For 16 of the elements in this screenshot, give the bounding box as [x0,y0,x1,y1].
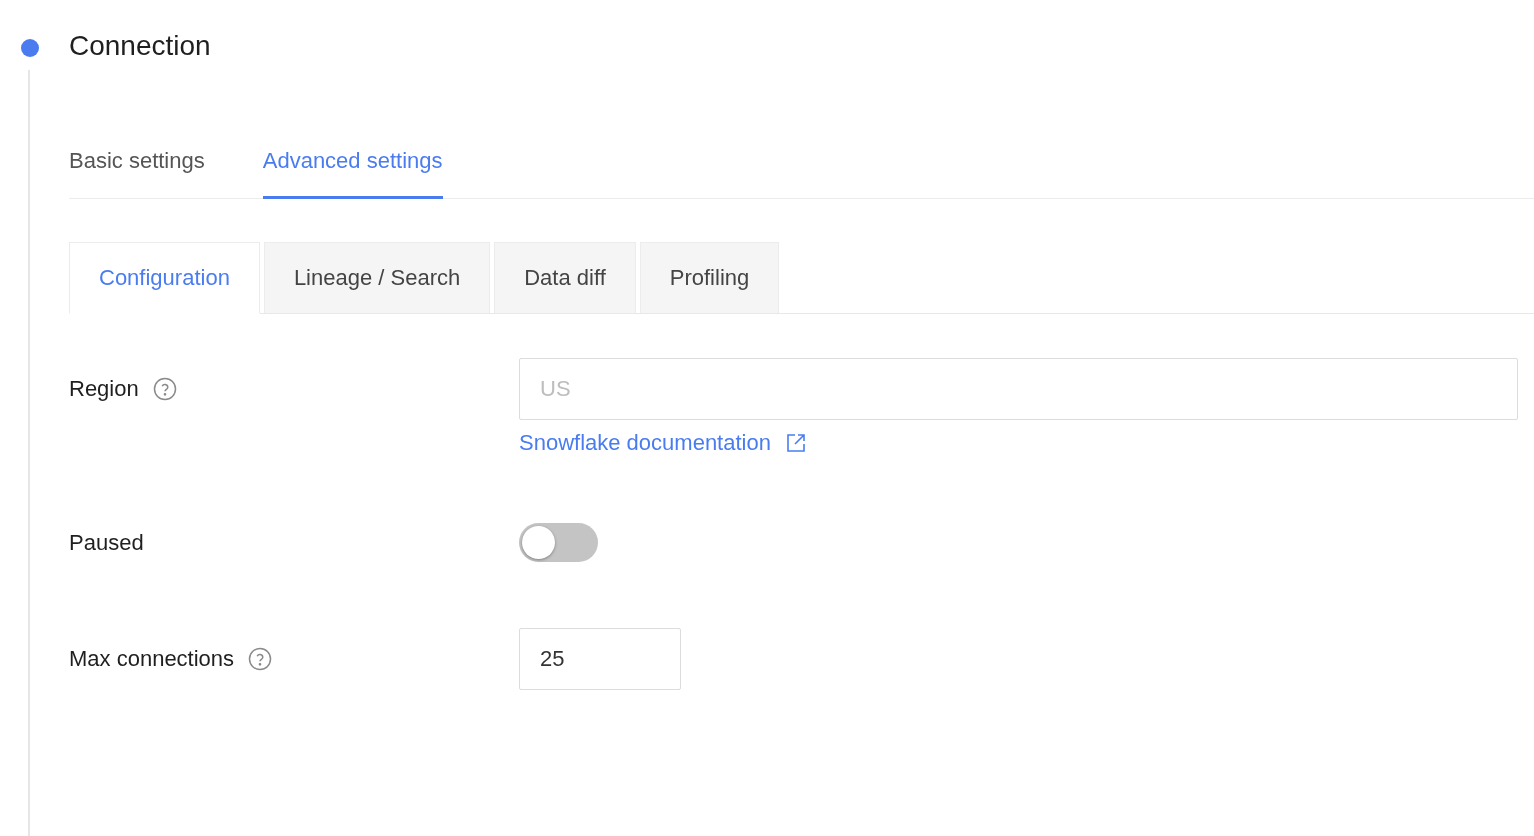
paused-toggle[interactable] [519,523,598,562]
section-tab[interactable]: Lineage / Search [263,242,491,313]
step-dot [20,39,39,57]
documentation-link[interactable]: Snowflake documentation [519,430,807,456]
settings-tab[interactable]: Basic settings [69,140,205,199]
section-tab[interactable]: Data diff [494,242,636,313]
section-tab[interactable]: Profiling [639,242,780,313]
section-title: Connection [69,30,212,63]
max-connections-field[interactable]: 25 [519,628,681,690]
field-label: Paused [69,530,144,556]
field-label: Max connections [69,646,235,672]
region-field[interactable]: US [519,358,1518,420]
section-tab[interactable]: Configuration [69,242,260,314]
external-link-icon [784,432,807,454]
settings-tab[interactable]: Advanced settings [262,140,443,199]
field-label: Region [69,376,139,402]
